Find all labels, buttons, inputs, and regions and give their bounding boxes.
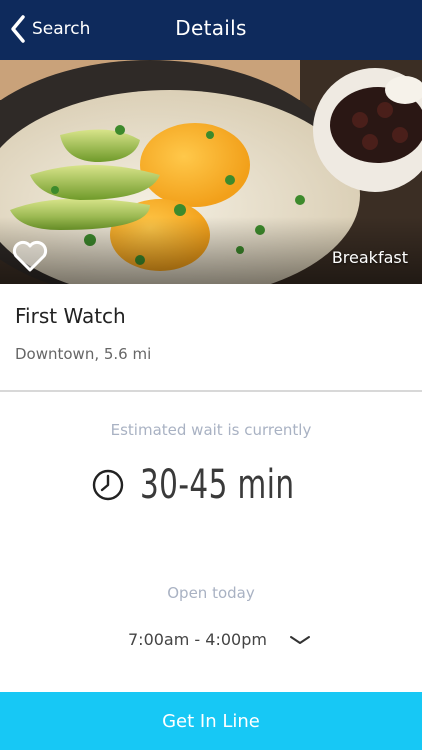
chevron-left-icon [11,15,25,43]
get-in-line-button[interactable]: Get In Line [0,692,422,750]
navigation-bar: Search Details [0,0,422,60]
back-button[interactable]: Search [10,12,90,46]
wait-time-value: 30-45 min [140,462,295,508]
section-divider [0,390,422,392]
hours-value: 7:00am - 4:00pm [128,630,267,649]
clock-icon [92,469,124,501]
restaurant-name: First Watch [15,304,126,328]
hours-dropdown[interactable]: 7:00am - 4:00pm [128,630,311,649]
category-label: Breakfast [331,248,408,267]
chevron-down-icon [289,635,310,644]
hours-caption: Open today [167,584,255,602]
wait-time-row: 30-45 min [0,462,422,508]
heart-icon[interactable] [12,240,48,272]
restaurant-location: Downtown, 5.6 mi [15,345,152,363]
wait-caption: Estimated wait is currently [110,421,312,439]
back-button-label: Search [32,19,91,39]
